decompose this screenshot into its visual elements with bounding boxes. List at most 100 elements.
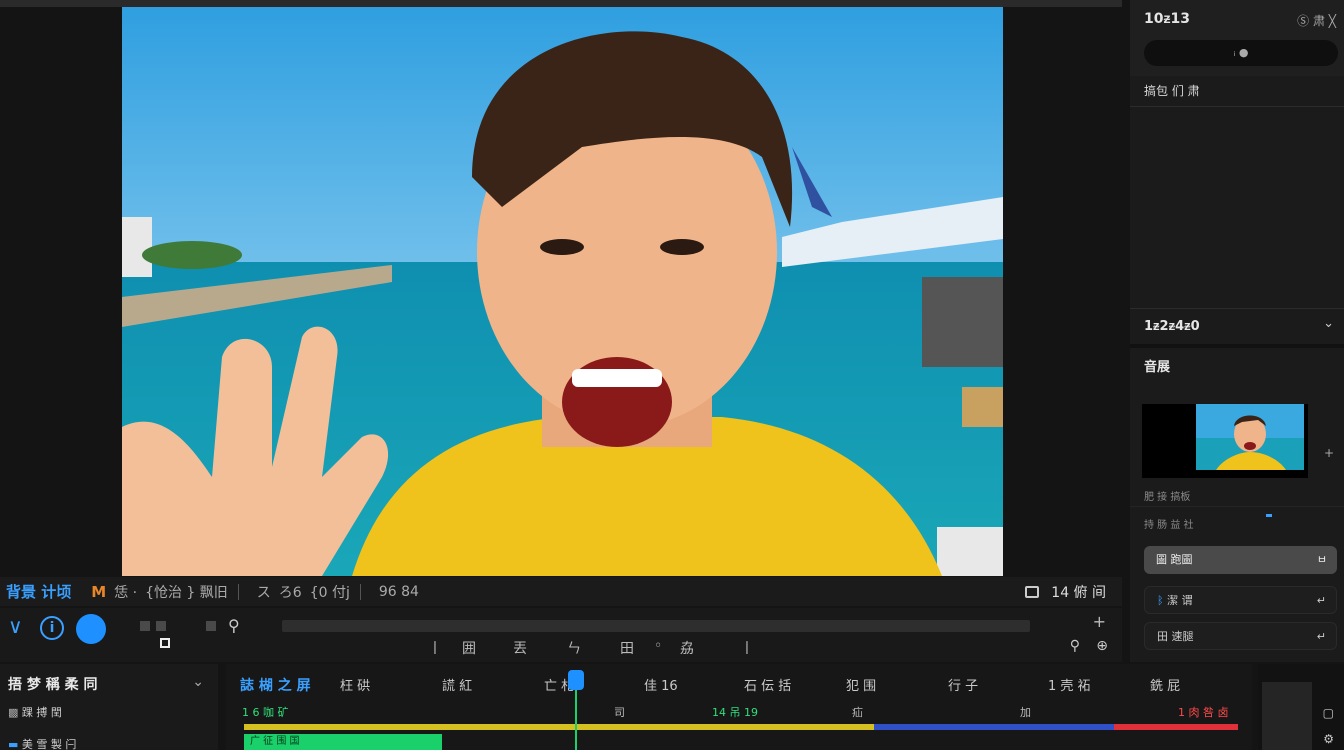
tab-1[interactable]: 枉 硔 xyxy=(340,675,370,694)
clip-label-2: 持 肠 益 社 xyxy=(1144,520,1194,531)
timeline-right-panel: ▢ ⚙ xyxy=(1258,664,1344,750)
action-button-2[interactable]: ᛒ 潔 谓 ↵ xyxy=(1144,586,1337,614)
frame-forward-icon[interactable] xyxy=(206,621,216,631)
clip-label: 广 征 围 国 xyxy=(250,736,300,747)
panel-icons[interactable]: Ⓢ 肃 ╳ xyxy=(1297,12,1336,29)
action-label-2: 潔 谓 xyxy=(1167,594,1193,607)
timeline-sidebar-title: 捂 梦 稱 柔 同 xyxy=(8,677,98,693)
tab-6[interactable]: 犯 围 xyxy=(846,675,876,694)
tool-4[interactable]: 田 xyxy=(620,638,634,658)
layer-icon: ▬ xyxy=(8,738,22,750)
tab-7[interactable]: 行 子 xyxy=(948,675,978,694)
sidebar-item-1[interactable]: ▩ 踝 搏 閏 xyxy=(8,704,62,720)
add-icon[interactable]: + xyxy=(1324,446,1334,460)
preview-area xyxy=(0,7,1122,577)
info-text-7: 96 84 xyxy=(378,583,419,600)
clip-thumbnail[interactable] xyxy=(1142,404,1308,478)
ruler-label-3: 疝 xyxy=(852,706,863,719)
panel-subtitle: 搞包 们 肃 xyxy=(1144,84,1200,98)
ruler-label-5: 1 肉 咎 卤 xyxy=(1178,706,1229,719)
mask-icon: ▩ xyxy=(8,706,22,719)
playback-bar: ∨ i ⚲ + ⚲ ⊕ 丨 囲 丟 ㄣ 田 ◦ 劦 丨 xyxy=(0,608,1122,662)
info-text-2: {怆治 } 飘旧 xyxy=(145,584,228,601)
bluetooth-icon: ᛒ xyxy=(1157,594,1168,607)
sidebar-item-2[interactable]: ▬ 美 雪 製 闩 xyxy=(8,736,76,750)
search-input[interactable]: ᵢ ● xyxy=(1144,40,1338,66)
chevron-down-icon[interactable]: ⌄ xyxy=(1323,316,1334,331)
chat-icon[interactable]: ⊕ xyxy=(1096,638,1108,654)
divider xyxy=(359,583,361,600)
tab-9[interactable]: 銑 屁 xyxy=(1150,675,1180,694)
divider xyxy=(1130,308,1344,309)
action-button-1[interactable]: 圖 跑圖 ㅂ xyxy=(1144,546,1337,574)
tab-2[interactable]: 謊 紅 xyxy=(442,675,472,694)
timeline-clip[interactable]: 广 征 围 国 xyxy=(244,734,442,750)
timeline: 捂 梦 稱 柔 同 ⌄ ▩ 踝 搏 閏 ▬ 美 雪 製 闩 誌 楜 之 屏 枉 … xyxy=(0,664,1344,750)
panel-title: 10ᵶ13 xyxy=(1144,11,1190,27)
indicator-icon xyxy=(1266,514,1272,517)
scrub-bar[interactable] xyxy=(282,620,1030,632)
action-arrow-2: ↵ xyxy=(1316,594,1326,607)
info-text-1: 恁 · xyxy=(114,584,138,601)
sidebar-item-label-1: 踝 搏 閏 xyxy=(21,706,62,719)
tab-4[interactable]: 佳 16 xyxy=(644,675,678,694)
comment-icon[interactable]: ▢ xyxy=(1323,706,1334,720)
pin-icon[interactable]: ⚲ xyxy=(1070,638,1080,654)
video-preview-frame[interactable] xyxy=(122,7,1003,576)
action-button-3[interactable]: 田 速腿 ↵ xyxy=(1144,622,1337,650)
info-icon[interactable]: i xyxy=(40,616,64,640)
tool-7[interactable]: 丨 xyxy=(740,638,754,658)
add-icon[interactable]: + xyxy=(1093,612,1106,631)
frame-back-icon[interactable] xyxy=(140,621,150,631)
clip-label-1: 肥 接 搞板 xyxy=(1144,492,1191,503)
chevron-down-icon[interactable]: ∨ xyxy=(8,614,23,638)
sidebar-item-label-2: 美 雪 製 闩 xyxy=(21,738,77,750)
tool-0[interactable]: 丨 xyxy=(428,638,442,658)
preview-block xyxy=(1262,682,1312,750)
section-title-2: 音展 xyxy=(1144,360,1171,375)
tool-3[interactable]: ㄣ xyxy=(567,638,581,658)
marker-icon[interactable]: ⚲ xyxy=(228,616,240,635)
settings-icon[interactable]: ⚙ xyxy=(1323,732,1334,746)
info-text-4: ろ6 xyxy=(278,584,302,601)
action-arrow-1: ㅂ xyxy=(1316,553,1327,566)
tab-8[interactable]: 1 壳 祏 xyxy=(1048,675,1091,694)
preview-image xyxy=(122,7,1003,576)
tab-5[interactable]: 石 伝 括 xyxy=(744,675,791,694)
stop-icon[interactable] xyxy=(160,638,170,648)
frame-icon[interactable] xyxy=(156,621,166,631)
thumbnail-image xyxy=(1196,404,1304,470)
zoom-level[interactable]: 14 俯 间 xyxy=(1051,582,1106,602)
action-label-1: 圖 跑圖 xyxy=(1156,553,1193,566)
section-title-1[interactable]: 1ᵶ2ᵶ4ᵶ0 xyxy=(1144,318,1200,334)
info-text-3: ス xyxy=(256,584,271,601)
timeline-sidebar: 捂 梦 稱 柔 同 ⌄ ▩ 踝 搏 閏 ▬ 美 雪 製 闩 xyxy=(0,664,218,750)
ruler-label-4: 加 xyxy=(1020,706,1031,719)
ruler-label-2: 14 吊 19 xyxy=(712,706,758,719)
chevron-down-icon[interactable]: ⌄ xyxy=(192,674,204,690)
tab-0[interactable]: 誌 楜 之 屏 xyxy=(240,675,311,695)
tool-2[interactable]: 丟 xyxy=(513,638,527,658)
right-panel-header: 10ᵶ13 Ⓢ 肃 ╳ ᵢ ● xyxy=(1130,0,1344,76)
action-label-3: 田 速腿 xyxy=(1157,630,1194,643)
divider xyxy=(1130,106,1344,107)
video-editor-app: 背景 计顷 M 恁 · {怆治 } 飘旧 ス ろ6 {0 付j 96 84 14… xyxy=(0,0,1344,750)
tool-1[interactable]: 囲 xyxy=(462,638,476,658)
play-button[interactable] xyxy=(76,614,106,644)
ruler-label-0: 1 6 咖 矿 xyxy=(242,706,289,719)
tool-6[interactable]: 劦 xyxy=(680,638,694,658)
tool-5[interactable]: ◦ xyxy=(654,638,662,654)
divider xyxy=(1130,344,1344,348)
project-title[interactable]: 背景 计顷 xyxy=(6,581,71,602)
top-strip xyxy=(0,0,1122,7)
search-text: ᵢ ● xyxy=(1233,46,1249,59)
effects-icon[interactable]: M xyxy=(91,583,106,601)
right-panel: 10ᵶ13 Ⓢ 肃 ╳ ᵢ ● 搞包 们 肃 1ᵶ2ᵶ4ᵶ0 ⌄ 音展 + 肥 … xyxy=(1130,0,1344,662)
ruler-label-1: 司 xyxy=(614,706,625,719)
audio-track[interactable] xyxy=(244,724,1238,730)
infobar-right: 14 俯 间 xyxy=(1025,582,1106,602)
screen-icon[interactable] xyxy=(1025,585,1040,598)
playhead-handle[interactable] xyxy=(568,670,584,690)
divider xyxy=(237,583,239,600)
preview-info-bar: 背景 计顷 M 恁 · {怆治 } 飘旧 ス ろ6 {0 付j 96 84 14… xyxy=(0,577,1122,606)
